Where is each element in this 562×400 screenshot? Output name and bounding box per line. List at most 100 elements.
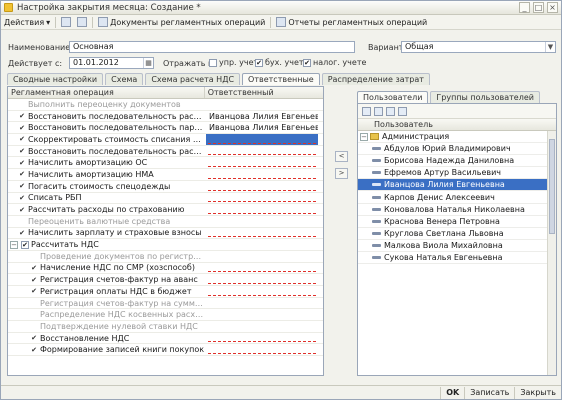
check-icon[interactable]: ✔ [18, 124, 26, 132]
table-row[interactable]: ✔ Начисление НДС по СМР (хозспособ) [8, 263, 323, 275]
table-row[interactable]: ✔Восстановить последовательность партион… [8, 122, 323, 135]
check-icon[interactable]: ✔ [18, 112, 26, 120]
check-icon[interactable]: ✔ [30, 334, 38, 342]
check-icon[interactable]: ✔ [18, 194, 26, 202]
copy-icon[interactable] [74, 16, 90, 29]
col-user-header[interactable]: Пользователь [358, 119, 548, 130]
collapse-icon[interactable]: − [10, 240, 18, 249]
ok-button[interactable]: OK [440, 386, 464, 399]
save-icon[interactable] [58, 16, 74, 29]
responsible-cell[interactable]: Иванцова Лилия Евгеньевна [206, 122, 318, 133]
actions-menu[interactable]: Действия ▾ [1, 16, 53, 29]
user-row[interactable]: Коновалова Наталья Николаевна [358, 204, 556, 216]
responsible-cell[interactable] [206, 228, 318, 239]
table-row[interactable]: ✔ Начислить амортизацию ОС [8, 157, 323, 170]
responsible-cell[interactable] [206, 204, 318, 215]
table-row[interactable]: ✔ Погасить стоимость спецодежды [8, 181, 323, 193]
responsible-cell[interactable] [206, 99, 318, 110]
responsible-cell[interactable] [206, 344, 318, 355]
save-button[interactable]: Записать [464, 386, 514, 399]
table-row[interactable]: ✔ Регистрация оплаты НДС в бюджет [8, 286, 323, 298]
user-row[interactable]: Круглова Светлана Львовна [358, 228, 556, 240]
col-operation-header[interactable]: Регламентная операция [8, 87, 205, 98]
table-row[interactable]: Выполнить переоценку документов [8, 99, 323, 111]
filter-icon[interactable] [362, 106, 371, 116]
move-left-button[interactable]: < [335, 151, 348, 162]
responsible-cell[interactable] [206, 298, 318, 309]
responsible-cell[interactable] [206, 286, 318, 297]
date-field[interactable]: 01.01.2012 ▦ [69, 57, 154, 69]
table-row[interactable]: Подтверждение нулевой ставки НДС [8, 321, 323, 333]
table-row[interactable]: Регистрация счетов-фактур на суммовые р.… [8, 298, 323, 310]
group-row-admin[interactable]: − Администрация [358, 131, 556, 144]
table-row[interactable]: ✔ Списать РБП [8, 193, 323, 205]
table-row[interactable]: ✔ Восстановление НДС [8, 333, 323, 345]
reports-button[interactable]: Отчеты регламентных операций [273, 16, 430, 29]
user-row[interactable]: Сукова Наталья Евгеньевна [358, 252, 556, 265]
user-row[interactable]: Ефремов Артур Васильевич [358, 167, 556, 180]
responsible-cell[interactable] [206, 309, 318, 320]
user-row[interactable]: Малкова Виола Михайловна [358, 240, 556, 252]
refresh-icon[interactable] [398, 106, 407, 116]
responsible-cell[interactable] [206, 251, 318, 262]
responsible-cell[interactable] [206, 274, 318, 285]
responsible-cell[interactable] [206, 169, 318, 180]
check-icon[interactable]: ✔ [18, 182, 26, 190]
responsible-cell[interactable] [206, 216, 318, 227]
check-icon[interactable]: ✔ [18, 135, 26, 143]
table-row[interactable]: ✔ Скорректировать стоимость списания МПЗ [8, 134, 323, 146]
user-row[interactable]: Карпов Денис Алексеевич [358, 191, 556, 204]
variant-select[interactable]: Общая ▼ [401, 41, 556, 53]
table-row[interactable]: ✔ Формирование записей книги покупок [8, 344, 323, 357]
check-icon[interactable]: ✔ [18, 170, 26, 178]
docs-button[interactable]: Документы регламентных операций [95, 16, 268, 29]
scroll-thumb[interactable] [549, 139, 555, 234]
check-icon[interactable]: ✔ [18, 147, 26, 155]
responsible-cell[interactable] [206, 193, 318, 204]
calendar-icon[interactable]: ▦ [143, 58, 153, 68]
responsible-cell[interactable] [206, 333, 318, 344]
expand-icon[interactable]: − [360, 132, 368, 141]
move-right-button[interactable]: > [335, 168, 348, 179]
check-icon[interactable]: ✔ [18, 229, 26, 237]
check-icon[interactable]: ✔ [21, 240, 29, 249]
tab-user-groups[interactable]: Группы пользователей [430, 91, 540, 103]
tab-scheme[interactable]: Схема [105, 73, 144, 85]
user-row[interactable]: Иванцова Лилия Евгеньевна [358, 179, 556, 192]
filter-list-icon[interactable] [374, 106, 383, 116]
tab-cost-distribution[interactable]: Распределение затрат [321, 73, 430, 85]
user-row[interactable]: Борисова Надежда Даниловна [358, 155, 556, 168]
chevron-down-icon[interactable]: ▼ [545, 42, 555, 52]
table-row[interactable]: Распределение НДС косвенных расходов [8, 309, 323, 322]
table-row[interactable]: Проведение документов по регистрам НДС [8, 251, 323, 263]
filter-off-icon[interactable] [386, 106, 395, 116]
responsible-cell[interactable] [206, 157, 318, 168]
responsible-cell[interactable] [206, 321, 318, 332]
close-button[interactable]: Закрыть [514, 386, 561, 399]
table-row[interactable]: ✔Восстановить последовательность расчето… [8, 146, 323, 158]
responsible-cell[interactable] [206, 134, 318, 145]
check-icon[interactable]: ✔ [30, 346, 38, 354]
responsible-cell[interactable] [206, 181, 318, 192]
table-row[interactable]: ✔Восстановить последовательность расчето… [8, 111, 323, 123]
tab-vat-scheme[interactable]: Схема расчета НДС [145, 73, 241, 85]
table-row[interactable]: Переоценить валютные средства [8, 216, 323, 228]
check-icon[interactable]: ✔ [30, 276, 38, 284]
tab-users[interactable]: Пользователи [357, 91, 429, 103]
user-row[interactable]: Абдулов Юрий Владимирович [358, 143, 556, 156]
tab-summary[interactable]: Сводные настройки [7, 73, 104, 85]
col-responsible-header[interactable]: Ответственный [205, 87, 323, 98]
responsible-cell[interactable] [206, 146, 318, 157]
responsible-cell[interactable] [206, 239, 318, 250]
check-icon[interactable]: ✔ [30, 287, 38, 295]
users-scrollbar[interactable] [547, 131, 556, 375]
table-row[interactable]: ✔ Начислить амортизацию НМА [8, 169, 323, 181]
check-icon[interactable]: ✔ [30, 264, 38, 272]
buh-checkbox[interactable]: ✔ бух. учете [255, 58, 308, 67]
maximize-icon[interactable]: □ [533, 2, 544, 13]
user-row[interactable]: Краснова Венера Петровна [358, 216, 556, 228]
close-icon[interactable]: × [547, 2, 558, 13]
table-row[interactable]: ✔ Регистрация счетов-фактур на аванс [8, 274, 323, 286]
tab-responsible[interactable]: Ответственные [242, 73, 320, 85]
check-icon[interactable]: ✔ [18, 206, 26, 214]
